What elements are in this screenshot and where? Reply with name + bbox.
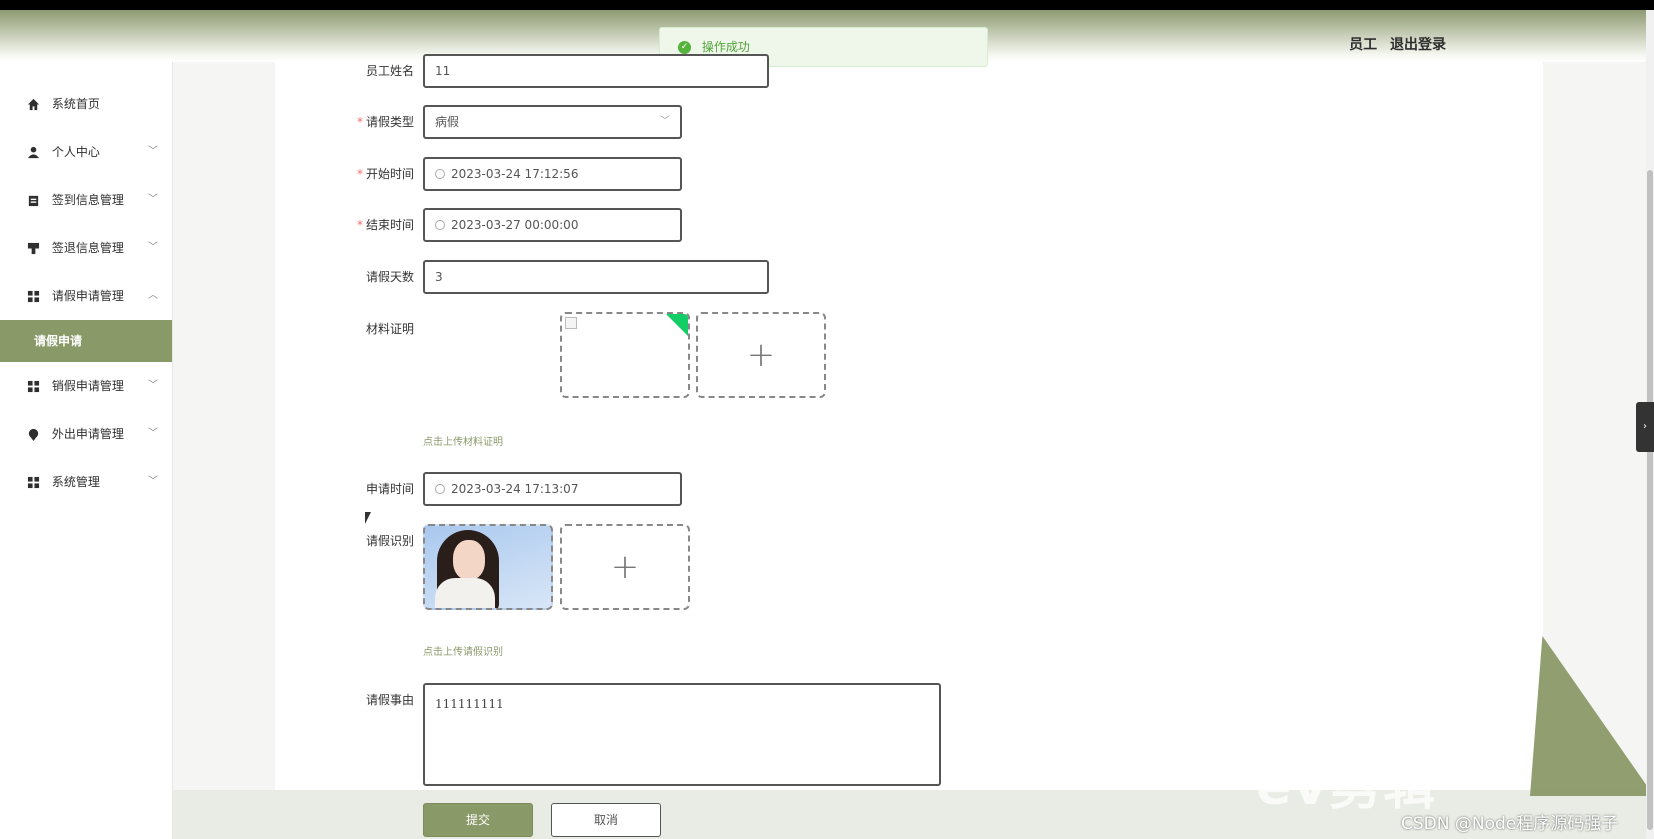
- location-icon: [28, 428, 39, 441]
- side-expand-tab[interactable]: ›: [1636, 402, 1654, 452]
- sidebar-item-home[interactable]: 系统首页: [0, 80, 172, 128]
- clock-icon: [435, 220, 445, 230]
- toast-message: 操作成功: [701, 40, 750, 54]
- leave-id-uploaded-photo[interactable]: [423, 524, 553, 610]
- user-icon: [27, 146, 40, 159]
- chevron-down-icon: ﹀: [148, 146, 158, 157]
- employee-name-label: 员工姓名: [365, 64, 414, 78]
- logout-link[interactable]: 退出登录: [1390, 37, 1446, 53]
- apply-time-label: 申请时间: [365, 482, 414, 496]
- user-role-label: 员工: [1349, 37, 1378, 53]
- app-window: 员工 退出登录 系统首页 个人中心 ﹀ 签到信息管理 ﹀ 签退信息管理 ﹀ 请假…: [0, 0, 1654, 839]
- apply-time-picker[interactable]: 2023-03-24 17:13:07: [423, 472, 682, 506]
- sidebar-item-checkout[interactable]: 签退信息管理 ﹀: [0, 224, 172, 272]
- form-row-employee-name: 员工姓名 11: [340, 54, 840, 88]
- stamp-icon: [27, 242, 40, 255]
- material-upload-hint: 点击上传材料证明: [423, 437, 503, 448]
- chevron-down-icon: ﹀: [660, 116, 670, 127]
- chevron-right-icon: ›: [1643, 421, 1647, 432]
- material-uploaded-image[interactable]: [560, 312, 690, 398]
- sidebar-item-personal-center[interactable]: 个人中心 ﹀: [0, 128, 172, 176]
- title-bar: [0, 0, 1654, 10]
- clock-icon: [435, 484, 445, 494]
- chevron-down-icon: ﹀: [148, 476, 158, 487]
- form-row-leave-type: * 请假类型 病假 ﹀: [340, 105, 840, 139]
- sidebar-item-outing[interactable]: 外出申请管理 ﹀: [0, 410, 172, 458]
- check-circle-icon: ✓: [678, 41, 691, 54]
- form-row-apply-time: 申请时间 2023-03-24 17:13:07: [340, 472, 840, 506]
- home-icon: [27, 98, 40, 111]
- material-upload-button[interactable]: +: [696, 312, 826, 398]
- plus-icon: +: [610, 547, 640, 587]
- sidebar-item-system[interactable]: 系统管理 ﹀: [0, 458, 172, 506]
- sidebar-subitem-leave-apply[interactable]: 请假申请: [0, 320, 172, 362]
- sidebar-item-leave-management[interactable]: 请假申请管理 ︿: [0, 272, 172, 320]
- credit-watermark: CSDN @Node程序源码强子: [1401, 814, 1619, 834]
- grid-icon: [27, 476, 40, 489]
- leave-id-upload-button[interactable]: +: [560, 524, 690, 610]
- sidebar-item-label: 外出申请管理: [51, 427, 124, 441]
- grid-icon: [27, 380, 40, 393]
- sidebar-item-checkin[interactable]: 签到信息管理 ﹀: [0, 176, 172, 224]
- chevron-down-icon: ﹀: [148, 428, 158, 439]
- leave-type-select[interactable]: 病假 ﹀: [423, 105, 682, 139]
- cancel-button[interactable]: 取消: [551, 803, 661, 837]
- material-label: 材料证明: [365, 322, 414, 336]
- grid-icon: [27, 290, 40, 303]
- plus-icon: +: [746, 335, 776, 375]
- end-time-picker[interactable]: 2023-03-27 00:00:00: [423, 208, 682, 242]
- form-row-start-time: * 开始时间 2023-03-24 17:12:56: [340, 157, 840, 191]
- start-time-label: * 开始时间: [356, 167, 414, 181]
- sidebar-item-label: 个人中心: [51, 145, 100, 159]
- leave-type-label: * 请假类型: [356, 115, 414, 129]
- sidebar-item-cancel-leave[interactable]: 销假申请管理 ﹀: [0, 362, 172, 410]
- chevron-down-icon: ﹀: [148, 194, 158, 205]
- watermark-text: ev剪辑: [1256, 757, 1438, 817]
- reason-label: 请假事由: [365, 693, 414, 707]
- chevron-down-icon: ﹀: [148, 242, 158, 253]
- clipboard-icon: [28, 195, 39, 207]
- chevron-up-icon: ︿: [148, 290, 158, 301]
- success-corner-icon: [664, 314, 688, 338]
- sidebar-item-label: 请假申请管理: [51, 289, 124, 303]
- scrollbar-thumb[interactable]: [1647, 170, 1653, 830]
- clock-icon: [435, 169, 445, 179]
- employee-name-input[interactable]: 11: [423, 54, 769, 88]
- leave-days-label: 请假天数: [365, 270, 414, 284]
- header-user-area: 员工 退出登录: [1341, 34, 1446, 54]
- sidebar-item-label: 销假申请管理: [51, 379, 124, 393]
- sidebar-item-label: 系统首页: [51, 97, 100, 111]
- leave-id-label: 请假识别: [365, 534, 414, 548]
- sidebar-item-label: 签退信息管理: [51, 241, 124, 255]
- mouse-cursor-icon: [365, 512, 371, 524]
- form-row-leave-days: 请假天数 3: [340, 260, 840, 294]
- sidebar-item-label: 签到信息管理: [51, 193, 124, 207]
- broken-image-icon: [565, 317, 577, 329]
- chevron-down-icon: ﹀: [148, 380, 158, 391]
- form-row-end-time: * 结束时间 2023-03-27 00:00:00: [340, 208, 840, 242]
- reason-textarea[interactable]: 111111111: [423, 683, 941, 786]
- start-time-picker[interactable]: 2023-03-24 17:12:56: [423, 157, 682, 191]
- sidebar-item-label: 系统管理: [51, 475, 100, 489]
- submit-button[interactable]: 提交: [423, 803, 533, 837]
- end-time-label: * 结束时间: [356, 218, 414, 232]
- leave-days-input[interactable]: 3: [423, 260, 769, 294]
- leave-id-upload-hint: 点击上传请假识别: [423, 647, 503, 658]
- sidebar-menu: 系统首页 个人中心 ﹀ 签到信息管理 ﹀ 签退信息管理 ﹀ 请假申请管理 ︿ 请…: [0, 62, 173, 839]
